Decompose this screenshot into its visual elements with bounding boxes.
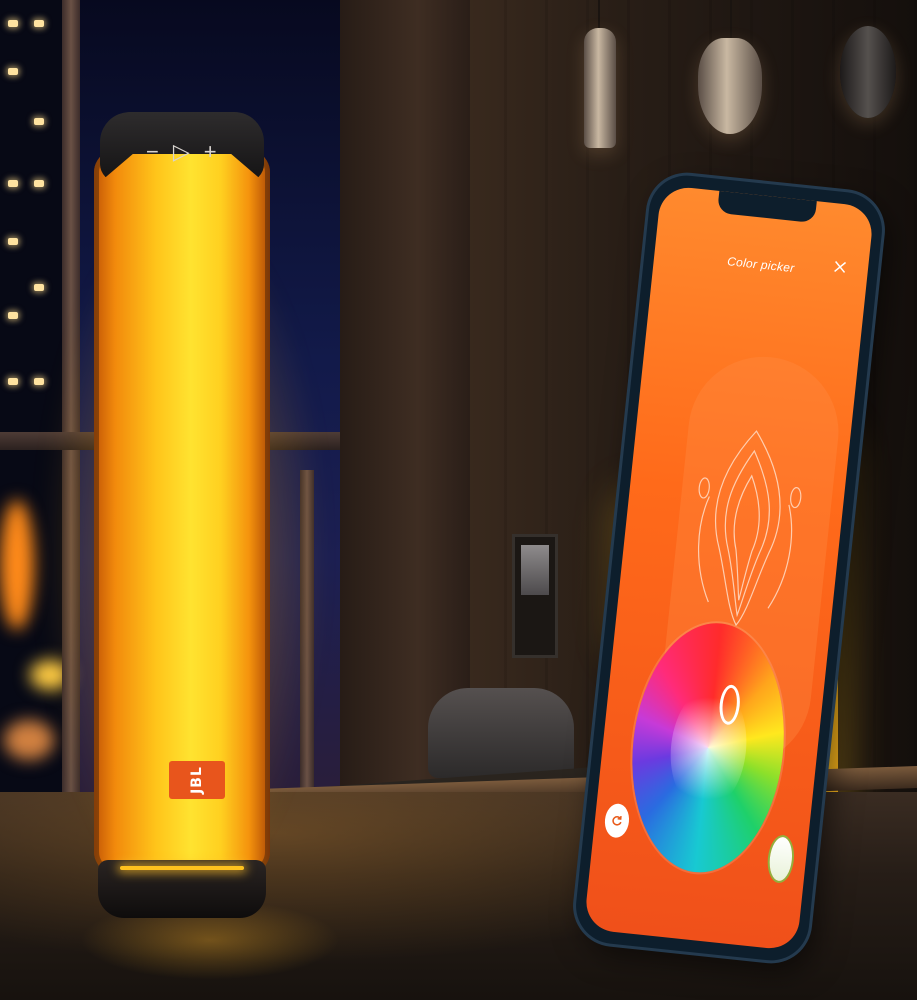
refresh-button[interactable] <box>603 802 631 839</box>
lounge-chair <box>428 688 574 778</box>
brand-logo: JBL <box>169 761 225 799</box>
city-light <box>8 238 18 245</box>
close-icon[interactable] <box>833 259 847 278</box>
city-light <box>8 378 18 385</box>
city-light <box>34 180 44 187</box>
pendant-lamp <box>698 38 762 134</box>
flame-illustration <box>697 430 802 627</box>
city-light <box>8 180 18 187</box>
portable-speaker: − ▷ + JBL <box>28 112 338 932</box>
play-button[interactable]: ▷ <box>173 140 190 164</box>
pendant-lamp <box>840 26 896 118</box>
refresh-icon <box>612 815 622 826</box>
speaker-base <box>98 860 266 918</box>
city-light <box>8 20 18 27</box>
lamp-cord <box>730 0 732 40</box>
pendant-lamp <box>584 28 616 148</box>
selected-color-swatch[interactable] <box>767 835 795 883</box>
product-scene: − ▷ + JBL Color picker <box>0 0 917 1000</box>
city-light <box>34 284 44 291</box>
wood-column <box>340 0 470 800</box>
city-light <box>8 68 18 75</box>
city-light <box>34 378 44 385</box>
volume-down-button[interactable]: − <box>146 140 159 164</box>
lamp-cord <box>598 0 600 30</box>
volume-up-button[interactable]: + <box>204 140 217 164</box>
close-icon-glyph <box>834 260 847 273</box>
city-light <box>34 118 44 125</box>
speaker-controls: − ▷ + <box>146 140 236 164</box>
framed-picture <box>512 534 558 658</box>
city-light <box>8 312 18 319</box>
city-light <box>34 20 44 27</box>
